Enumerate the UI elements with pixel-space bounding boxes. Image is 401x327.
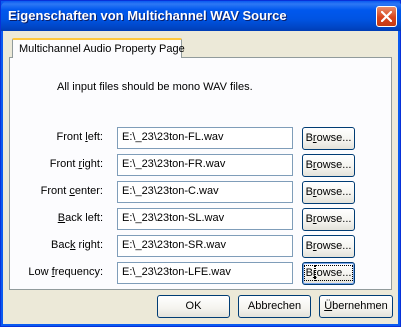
front-left-path-field[interactable]: E:\_23\23ton-FL.wav: [117, 127, 293, 149]
browse-low-frequency-button[interactable]: Browse...: [302, 262, 355, 285]
browse-front-center-button[interactable]: Browse...: [302, 181, 355, 204]
back-right-path-field[interactable]: E:\_23\23ton-SR.wav: [117, 235, 293, 257]
front-center-label: Front center:: [40, 185, 103, 197]
browse-back-left-button[interactable]: Browse...: [302, 208, 355, 231]
back-right-label: Back right:: [51, 239, 103, 251]
dialog-window: Eigenschaften von Multichannel WAV Sourc…: [0, 0, 401, 327]
apply-button[interactable]: Übernehmen: [319, 295, 393, 318]
front-right-path-field[interactable]: E:\_23\23ton-FR.wav: [117, 154, 293, 176]
ok-button[interactable]: OK: [157, 295, 230, 318]
low-frequency-label: Low frequency:: [28, 266, 103, 278]
low-frequency-path-field[interactable]: E:\_23\23ton-LFE.wav: [117, 262, 293, 284]
front-left-label: Front left:: [56, 131, 103, 143]
tab-label: Multichannel Audio Property Page: [19, 43, 185, 55]
front-right-label: Front right:: [49, 158, 103, 170]
back-left-label: Back left:: [57, 212, 103, 224]
cancel-button[interactable]: Abbrechen: [238, 295, 311, 318]
browse-front-right-button[interactable]: Browse...: [302, 154, 355, 177]
close-icon: [381, 11, 392, 22]
front-center-path-field[interactable]: E:\_23\23ton-C.wav: [117, 181, 293, 203]
dialog-client: Multichannel Audio Property Page All inp…: [4, 31, 397, 323]
info-note: All input files should be mono WAV files…: [57, 81, 253, 93]
close-button[interactable]: [376, 6, 397, 27]
browse-front-left-button[interactable]: Browse...: [302, 127, 355, 150]
browse-back-right-button[interactable]: Browse...: [302, 235, 355, 258]
back-left-path-field[interactable]: E:\_23\23ton-SL.wav: [117, 208, 293, 230]
tab-multichannel-audio[interactable]: Multichannel Audio Property Page: [12, 38, 185, 58]
title-bar[interactable]: Eigenschaften von Multichannel WAV Sourc…: [1, 1, 401, 31]
tab-panel: All input files should be mono WAV files…: [9, 57, 392, 290]
window-title: Eigenschaften von Multichannel WAV Sourc…: [8, 8, 287, 23]
